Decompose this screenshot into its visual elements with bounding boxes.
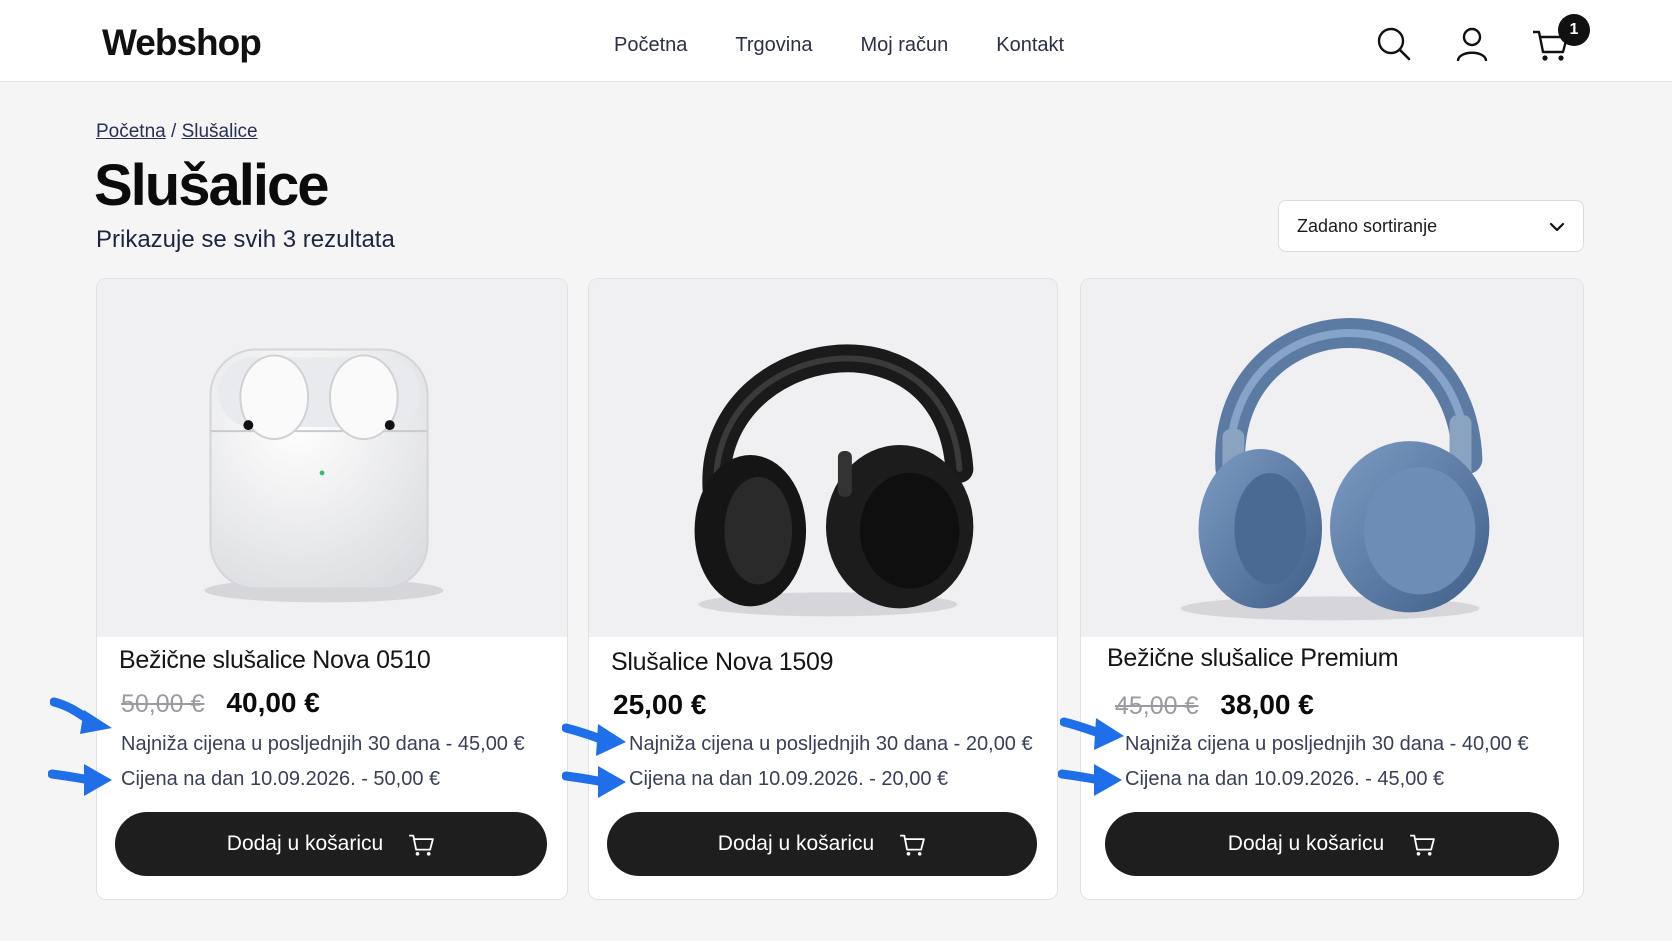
price-row: 50,00 € 40,00 €: [121, 687, 320, 719]
breadcrumb-home[interactable]: Početna: [96, 121, 166, 142]
price-on-date-info: Cijena na dan 10.09.2026. - 45,00 €: [1125, 768, 1445, 790]
cart-icon: [409, 834, 435, 856]
product-card: Bežične slušalice Premium 45,00 € 38,00 …: [1080, 278, 1584, 900]
breadcrumb: Početna / Slušalice: [96, 121, 258, 143]
site-logo[interactable]: Webshop: [102, 22, 262, 64]
sort-selected-value: Zadano sortiranje: [1297, 215, 1438, 236]
product-card: Slušalice Nova 1509 25,00 € Najniža cije…: [588, 278, 1058, 900]
annotation-arrow-icon: [562, 766, 626, 798]
lowest-price-info: Najniža cijena u posljednjih 30 dana - 4…: [1125, 733, 1529, 755]
sort-select[interactable]: Zadano sortiranje: [1278, 200, 1584, 252]
product-title[interactable]: Slušalice Nova 1509: [611, 648, 834, 677]
chevron-down-icon: [1547, 217, 1567, 237]
price-on-date-info: Cijena na dan 10.09.2026. - 50,00 €: [121, 768, 441, 790]
page-title: Slušalice: [94, 153, 329, 218]
user-icon[interactable]: [1452, 24, 1492, 64]
product-image-blue-headphones[interactable]: [1081, 279, 1583, 637]
add-to-cart-label: Dodaj u košaricu: [226, 832, 384, 855]
nav-item-pocetna[interactable]: Početna: [614, 34, 687, 57]
search-icon[interactable]: [1374, 24, 1414, 64]
price-row: 25,00 €: [613, 689, 706, 721]
annotation-arrow-icon: [1060, 717, 1124, 750]
old-price: 45,00 €: [1115, 692, 1199, 720]
annotation-arrow-icon: [50, 697, 112, 734]
lowest-price-info: Najniža cijena u posljednjih 30 dana - 4…: [121, 733, 525, 755]
current-price: 40,00 €: [226, 687, 320, 718]
old-price: 50,00 €: [121, 690, 205, 718]
add-to-cart-label: Dodaj u košaricu: [717, 832, 875, 855]
add-to-cart-label: Dodaj u košaricu: [1227, 832, 1385, 855]
price-on-date-info: Cijena na dan 10.09.2026. - 20,00 €: [629, 768, 949, 790]
cart-count-badge: 1: [1558, 14, 1590, 46]
product-title[interactable]: Bežične slušalice Premium: [1107, 644, 1399, 673]
cart-icon: [900, 834, 926, 856]
price-row: 45,00 € 38,00 €: [1115, 689, 1314, 721]
current-price: 25,00 €: [613, 689, 707, 720]
annotation-arrow-icon: [562, 723, 626, 756]
add-to-cart-button[interactable]: Dodaj u košaricu: [115, 812, 547, 876]
product-title[interactable]: Bežične slušalice Nova 0510: [119, 646, 431, 675]
nav-item-moj-racun[interactable]: Moj račun: [860, 34, 948, 57]
add-to-cart-button[interactable]: Dodaj u košaricu: [1105, 812, 1559, 876]
breadcrumb-current[interactable]: Slušalice: [182, 121, 258, 142]
add-to-cart-button[interactable]: Dodaj u košaricu: [607, 812, 1037, 876]
annotation-arrow-icon: [48, 764, 112, 796]
nav-item-kontakt[interactable]: Kontakt: [996, 34, 1064, 57]
main-nav: Početna Trgovina Moj račun Kontakt: [614, 34, 1064, 57]
lowest-price-info: Najniža cijena u posljednjih 30 dana - 2…: [629, 733, 1033, 755]
product-image-black-headphones[interactable]: [589, 279, 1057, 637]
product-image-earbuds[interactable]: [97, 279, 567, 637]
result-count: Prikazuje se svih 3 rezultata: [96, 226, 395, 253]
product-card: Bežične slušalice Nova 0510 50,00 € 40,0…: [96, 278, 568, 900]
cart-icon: [1410, 834, 1436, 856]
site-header: Webshop Početna Trgovina Moj račun Konta…: [0, 0, 1672, 82]
breadcrumb-separator: /: [171, 121, 177, 142]
nav-item-trgovina[interactable]: Trgovina: [735, 34, 812, 57]
annotation-arrow-icon: [1058, 764, 1122, 796]
current-price: 38,00 €: [1220, 689, 1314, 720]
